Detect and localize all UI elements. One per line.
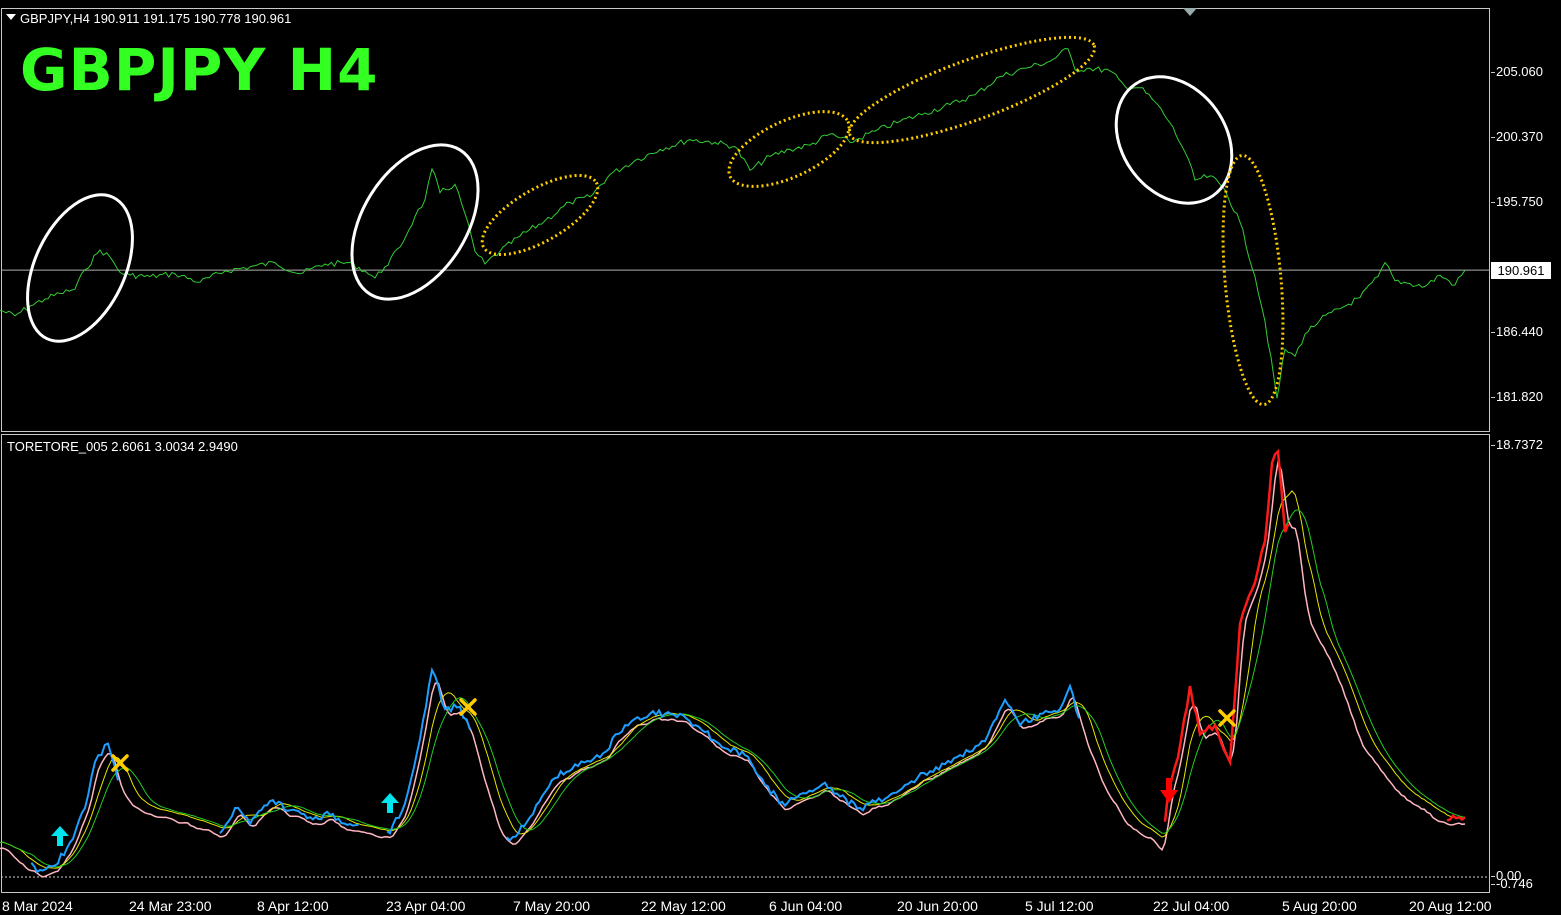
current-price-label: 190.961 xyxy=(1490,261,1552,280)
time-tick: 5 Aug 20:00 xyxy=(1282,898,1357,914)
chart-menu-icon[interactable] xyxy=(6,14,16,20)
chart-title: GBPJPY H4 xyxy=(20,36,379,104)
indicator-up-line xyxy=(386,666,471,835)
highlight-ellipse-yellow xyxy=(480,173,600,257)
indicator-down-line xyxy=(1163,448,1290,822)
price-header: GBPJPY,H4 190.911 191.175 190.778 190.96… xyxy=(20,11,292,26)
buy-arrow-icon xyxy=(381,793,399,813)
exit-cross-icon xyxy=(1218,709,1236,727)
indicator-header: TORETORE_005 2.6061 3.0034 2.9490 xyxy=(7,439,238,454)
time-tick: 8 Mar 2024 xyxy=(2,898,73,914)
time-tick: 20 Aug 12:00 xyxy=(1409,898,1492,914)
highlight-ellipse-white xyxy=(26,193,134,343)
chart-shift-icon[interactable] xyxy=(1183,8,1197,16)
time-tick: 23 Apr 04:00 xyxy=(386,898,466,914)
time-tick: 6 Jun 04:00 xyxy=(769,898,843,914)
time-tick: 8 Apr 12:00 xyxy=(257,898,329,914)
price-tick: 181.820 xyxy=(1491,389,1543,404)
time-tick: 5 Jul 12:00 xyxy=(1025,898,1094,914)
price-axis: 205.060 200.370 195.750 186.440 181.820 xyxy=(1491,0,1561,434)
mid-ma-line xyxy=(0,490,1466,869)
time-tick: 22 May 12:00 xyxy=(641,898,726,914)
indicator-axis: 18.7372 0.00 -0.746 xyxy=(1490,434,1561,894)
buy-arrow-icon xyxy=(51,826,69,846)
time-tick: 24 Mar 23:00 xyxy=(129,898,212,914)
indicator-max-label: 18.7372 xyxy=(1491,437,1543,452)
indicator-min-label: -0.746 xyxy=(1491,876,1533,891)
time-tick: 20 Jun 20:00 xyxy=(897,898,978,914)
price-tick: 195.750 xyxy=(1491,194,1543,209)
chart-canvas xyxy=(0,35,1490,878)
highlight-ellipse-yellow xyxy=(847,35,1097,145)
highlight-ellipse-white xyxy=(1114,75,1234,205)
fast-ma-line xyxy=(0,459,1466,878)
highlight-ellipse-yellow xyxy=(1221,153,1285,407)
indicator-up-line xyxy=(30,742,119,874)
highlight-ellipse-white xyxy=(350,143,480,301)
price-tick: 200.370 xyxy=(1491,129,1543,144)
time-tick: 22 Jul 04:00 xyxy=(1153,898,1230,914)
slow-ma-line xyxy=(0,509,1466,868)
price-tick: 205.060 xyxy=(1491,64,1543,79)
price-tick: 186.440 xyxy=(1491,324,1543,339)
time-tick: 7 May 20:00 xyxy=(513,898,591,914)
